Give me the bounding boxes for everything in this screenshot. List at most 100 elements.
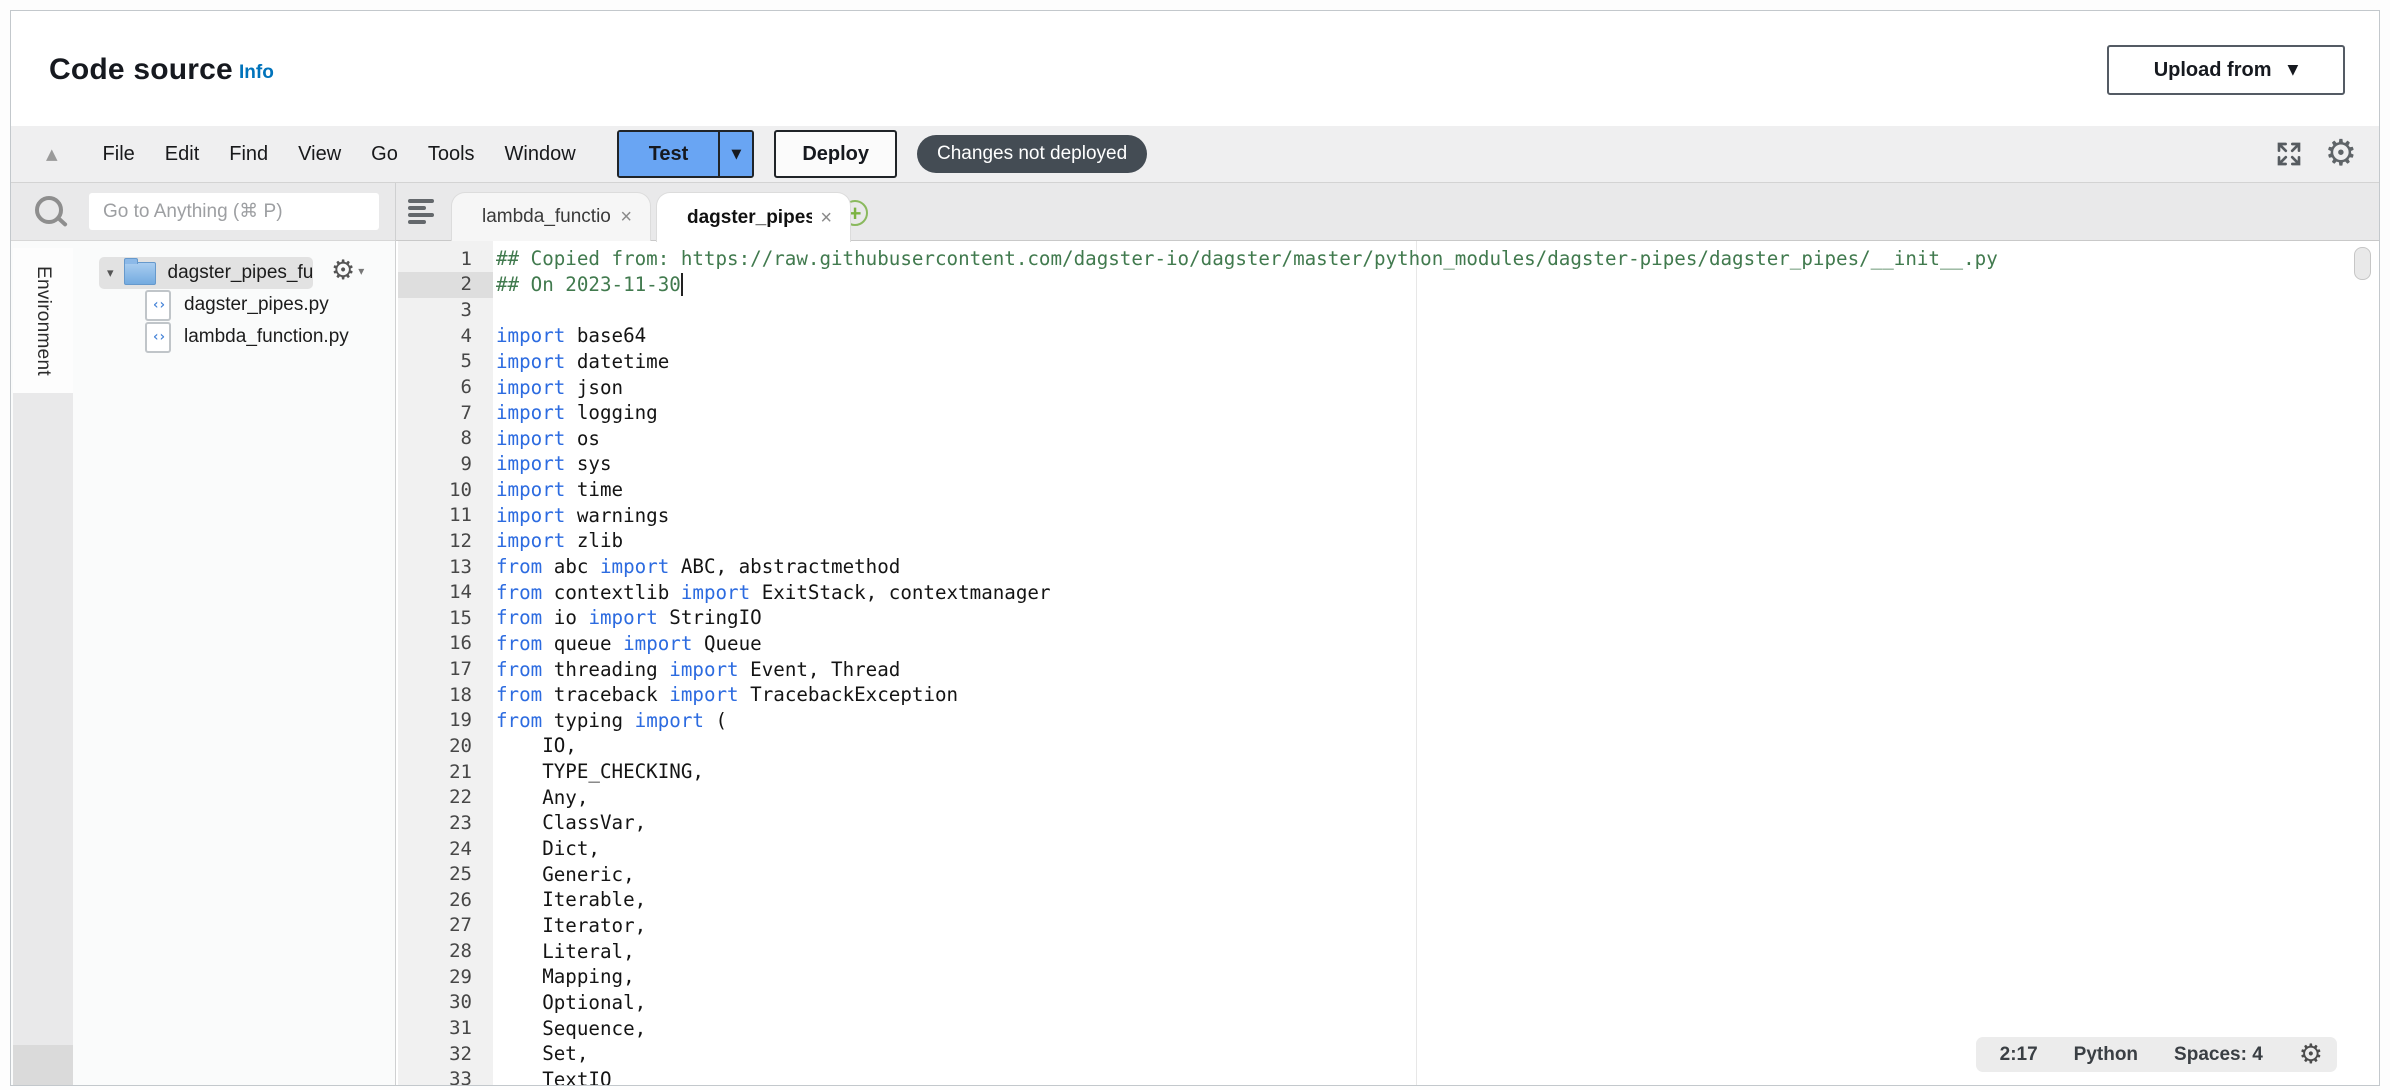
dock-bottom-toggle[interactable] (13, 1045, 73, 1085)
line-number[interactable]: 10 (396, 479, 472, 501)
collapse-panel-icon[interactable]: ▲ (46, 145, 58, 163)
line-number[interactable]: 22 (396, 786, 472, 808)
code-line[interactable]: 26 Iterable, (396, 887, 2379, 913)
upload-from-button[interactable]: Upload from ▼ (2107, 45, 2345, 95)
menu-find[interactable]: Find (214, 135, 283, 174)
language-mode[interactable]: Python (2074, 1044, 2138, 1066)
line-number[interactable]: 16 (396, 632, 472, 654)
test-button-label[interactable]: Test (619, 132, 719, 176)
code-line[interactable]: 21 TYPE_CHECKING, (396, 759, 2379, 785)
cursor-position[interactable]: 2:17 (2000, 1044, 2038, 1066)
settings-gear-icon[interactable]: ⚙ (2325, 136, 2357, 172)
line-number[interactable]: 27 (396, 914, 472, 936)
code-line[interactable]: 30 Optional, (396, 990, 2379, 1016)
line-number[interactable]: 14 (396, 581, 472, 603)
line-number[interactable]: 12 (396, 530, 472, 552)
status-settings-gear-icon[interactable]: ⚙ (2299, 1041, 2323, 1068)
line-number[interactable]: 25 (396, 863, 472, 885)
line-number[interactable]: 29 (396, 966, 472, 988)
code-line[interactable]: 20 IO, (396, 733, 2379, 759)
line-number[interactable]: 13 (396, 556, 472, 578)
code-line[interactable]: 19from typing import ( (396, 708, 2379, 734)
tree-folder-row[interactable]: ▾ dagster_pipes_funct (99, 257, 313, 289)
line-number[interactable]: 19 (396, 709, 472, 731)
menu-view[interactable]: View (283, 135, 356, 174)
code-line[interactable]: 11import warnings (396, 502, 2379, 528)
code-line[interactable]: 28 Literal, (396, 938, 2379, 964)
tree-file-dagster_pipes.py[interactable]: ‹›dagster_pipes.py (145, 289, 395, 321)
environment-tab[interactable]: Environment (13, 248, 73, 393)
tree-file-lambda_function.py[interactable]: ‹›lambda_function.py (145, 321, 395, 353)
menu-window[interactable]: Window (490, 135, 591, 174)
menu-edit[interactable]: Edit (150, 135, 214, 174)
line-number[interactable]: 26 (396, 889, 472, 911)
code-line[interactable]: 13from abc import ABC, abstractmethod (396, 554, 2379, 580)
line-number[interactable]: 6 (396, 376, 472, 398)
code-line[interactable]: 12import zlib (396, 528, 2379, 554)
code-line[interactable]: 16from queue import Queue (396, 631, 2379, 657)
line-number[interactable]: 7 (396, 402, 472, 424)
line-number[interactable]: 3 (396, 299, 472, 321)
line-number[interactable]: 31 (396, 1017, 472, 1039)
code-line[interactable]: 29 Mapping, (396, 964, 2379, 990)
line-number[interactable]: 21 (396, 761, 472, 783)
code-line[interactable]: 6 import json (396, 374, 2379, 400)
code-editor[interactable]: 1## Copied from: https://raw.githubuserc… (396, 241, 2379, 1085)
line-number[interactable]: 33 (396, 1068, 472, 1085)
goto-anything-input[interactable] (89, 193, 379, 230)
vertical-scrollbar-thumb[interactable] (2354, 247, 2371, 280)
line-number[interactable]: 24 (396, 838, 472, 860)
line-number[interactable]: 4 (396, 325, 472, 347)
line-number[interactable]: 15 (396, 607, 472, 629)
line-number[interactable]: 17 (396, 658, 472, 680)
code-line[interactable]: 4import base64 (396, 323, 2379, 349)
tab-dagster_pipes.py[interactable]: dagster_pipes.py× (656, 192, 851, 242)
code-line[interactable]: 5import datetime (396, 349, 2379, 375)
deploy-button[interactable]: Deploy (774, 130, 897, 178)
code-line[interactable]: 3 (396, 297, 2379, 323)
folder-disclosure-icon[interactable]: ▾ (107, 266, 114, 281)
code-line[interactable]: 10import time (396, 477, 2379, 503)
tab-list-icon[interactable] (408, 199, 434, 225)
code-line[interactable]: 27 Iterator, (396, 913, 2379, 939)
line-number[interactable]: 2 (396, 273, 472, 295)
tab-lambda_function[interactable]: lambda_function.× (451, 192, 651, 241)
code-line[interactable]: 1## Copied from: https://raw.githubuserc… (396, 246, 2379, 272)
code-text: import json (496, 376, 623, 399)
code-line[interactable]: 9import sys (396, 451, 2379, 477)
code-line[interactable]: 25 Generic, (396, 861, 2379, 887)
line-number[interactable]: 5 (396, 350, 472, 372)
tab-close-icon[interactable]: × (820, 208, 832, 228)
tab-close-icon[interactable]: × (620, 207, 632, 227)
changes-not-deployed-badge: Changes not deployed (917, 135, 1147, 173)
line-number[interactable]: 18 (396, 684, 472, 706)
test-button[interactable]: Test ▼ (617, 130, 755, 178)
fullscreen-icon[interactable] (2273, 138, 2305, 170)
code-line[interactable]: 14from contextlib import ExitStack, cont… (396, 579, 2379, 605)
info-link[interactable]: Info (239, 62, 274, 84)
line-number[interactable]: 11 (396, 504, 472, 526)
line-number[interactable]: 8 (396, 427, 472, 449)
line-number[interactable]: 32 (396, 1043, 472, 1065)
code-line[interactable]: 2## On 2023-11-30 (396, 272, 2379, 298)
code-line[interactable]: 22 Any, (396, 784, 2379, 810)
tree-settings-gear[interactable]: ⚙ ▾ (331, 257, 364, 284)
code-line[interactable]: 8import os (396, 425, 2379, 451)
line-number[interactable]: 9 (396, 453, 472, 475)
line-number[interactable]: 1 (396, 248, 472, 270)
code-line[interactable]: 23 ClassVar, (396, 810, 2379, 836)
menu-go[interactable]: Go (356, 135, 413, 174)
code-line[interactable]: 17from threading import Event, Thread (396, 656, 2379, 682)
code-line[interactable]: 18from traceback import TracebackExcepti… (396, 682, 2379, 708)
code-line[interactable]: 7import logging (396, 400, 2379, 426)
line-number[interactable]: 20 (396, 735, 472, 757)
menu-tools[interactable]: Tools (413, 135, 490, 174)
line-number[interactable]: 30 (396, 991, 472, 1013)
test-dropdown-button[interactable]: ▼ (718, 132, 752, 176)
indent-setting[interactable]: Spaces: 4 (2174, 1044, 2263, 1066)
code-line[interactable]: 15from io import StringIO (396, 605, 2379, 631)
menu-file[interactable]: File (88, 135, 150, 174)
line-number[interactable]: 23 (396, 812, 472, 834)
line-number[interactable]: 28 (396, 940, 472, 962)
code-line[interactable]: 24 Dict, (396, 836, 2379, 862)
